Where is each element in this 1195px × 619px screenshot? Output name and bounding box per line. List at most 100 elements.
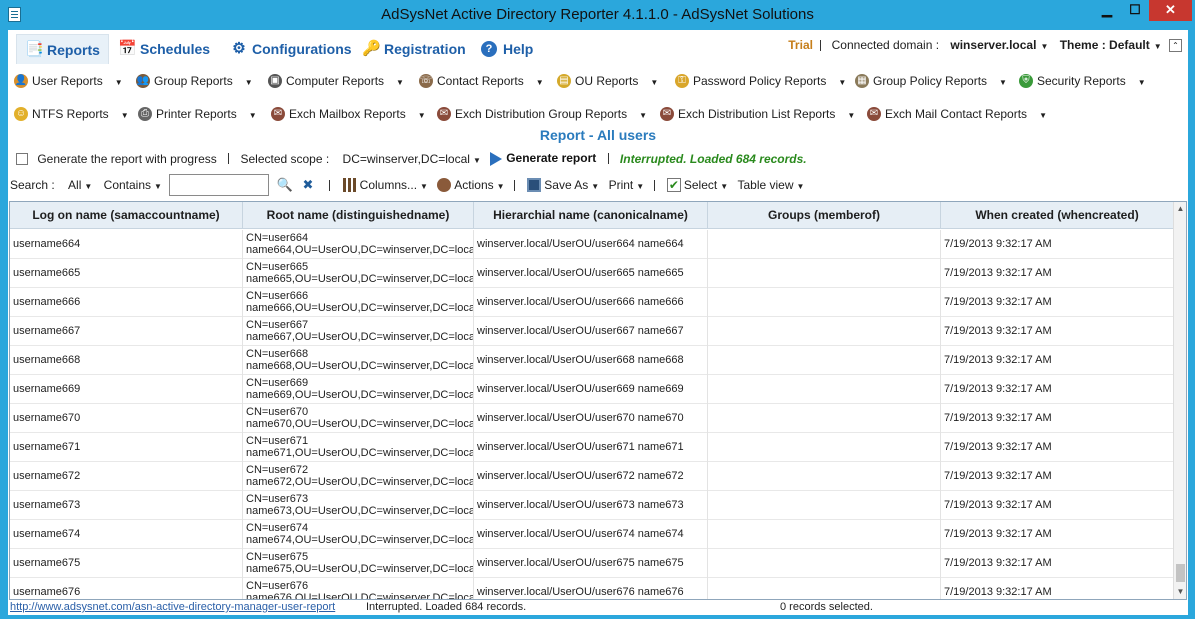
- ou-reports-menu[interactable]: ▤ OU Reports ▼: [555, 70, 658, 92]
- table-row[interactable]: username670 CN=user670 name670,OU=UserOU,D…: [10, 404, 1174, 433]
- cell-dn: CN=user666 name666,OU=UserOU,DC=winserver…: [243, 288, 474, 317]
- vertical-scrollbar[interactable]: ▲ ▼: [1173, 202, 1186, 599]
- cell-logon-text: username666: [13, 296, 81, 308]
- tab-configurations-label: Configurations: [252, 41, 352, 57]
- help-link[interactable]: http://www.adsysnet.com/asn-active-direc…: [10, 601, 335, 613]
- table-row[interactable]: username675 CN=user675 name675,OU=UserOU,D…: [10, 549, 1174, 578]
- table-row[interactable]: username666 CN=user666 name666,OU=UserOU,D…: [10, 288, 1174, 317]
- search-input[interactable]: [169, 174, 270, 196]
- cell-dn-text: name670,OU=UserOU,DC=winserver,DC=local: [246, 418, 474, 430]
- cell-dn: CN=user673 name673,OU=UserOU,DC=winserver…: [243, 491, 474, 520]
- cell-dn-text: name664,OU=UserOU,DC=winserver,DC=local: [246, 244, 474, 256]
- table-row[interactable]: username667 CN=user667 name667,OU=UserOU,D…: [10, 317, 1174, 346]
- tab-configurations[interactable]: ⚙ Configurations: [222, 34, 360, 64]
- exch-distribution-list-reports-menu[interactable]: ✉ Exch Distribution List Reports ▼: [658, 103, 855, 125]
- select-button[interactable]: ✔ Select ▼: [666, 178, 728, 193]
- scrollbar-thumb[interactable]: [1176, 564, 1185, 582]
- cell-canonical: winserver.local/UserOU/user667 name667: [474, 317, 708, 346]
- cell-dn-text: name668,OU=UserOU,DC=winserver,DC=local: [246, 360, 474, 372]
- clear-search-icon[interactable]: ✖: [300, 177, 316, 193]
- security-reports-menu[interactable]: ⛨ Security Reports ▼: [1017, 70, 1146, 92]
- exch-mail-contact-reports-menu[interactable]: ✉ Exch Mail Contact Reports ▼: [865, 103, 1047, 125]
- password-policy-reports-menu[interactable]: ⚿ Password Policy Reports ▼: [673, 70, 846, 92]
- cell-dn-text: name669,OU=UserOU,DC=winserver,DC=local: [246, 389, 474, 401]
- tab-reports-label: Reports: [47, 42, 100, 58]
- table-row[interactable]: username673 CN=user673 name673,OU=UserOU,D…: [10, 491, 1174, 520]
- search-icon[interactable]: 🔍: [277, 177, 293, 193]
- mail-contact-icon: ✉: [867, 107, 881, 121]
- progress-checkbox[interactable]: [16, 152, 28, 165]
- exch-distribution-group-reports-menu[interactable]: ✉ Exch Distribution Group Reports ▼: [435, 103, 647, 125]
- table-row[interactable]: username669 CN=user669 name669,OU=UserOU,D…: [10, 375, 1174, 404]
- table-row[interactable]: username671 CN=user671 name671,OU=UserOU,D…: [10, 433, 1174, 462]
- group-policy-reports-menu[interactable]: ▦ Group Policy Reports ▼: [853, 70, 1007, 92]
- separator: [607, 153, 609, 165]
- chevron-down-icon: ▼: [417, 111, 426, 120]
- save-as-button[interactable]: Save As ▼: [527, 178, 599, 193]
- cell-created-text: 7/19/2013 9:32:17 AM: [944, 586, 1052, 598]
- actions-button[interactable]: Actions ▼: [437, 177, 505, 193]
- cell-canonical-text: winserver.local/UserOU/user674 name674: [477, 528, 684, 540]
- minimize-button[interactable]: ▁: [1093, 0, 1121, 21]
- computer-reports-menu[interactable]: ▣ Computer Reports ▼: [266, 70, 404, 92]
- scope-selector[interactable]: DC=winserver,DC=local ▼: [343, 152, 481, 166]
- columns-button[interactable]: Columns... ▼: [342, 178, 428, 193]
- cell-canonical: winserver.local/UserOU/user668 name668: [474, 346, 708, 375]
- cell-dn: CN=user669 name669,OU=UserOU,DC=winserver…: [243, 375, 474, 404]
- tab-reports[interactable]: 📑 Reports: [16, 34, 109, 64]
- scroll-down-icon[interactable]: ▼: [1174, 585, 1186, 599]
- cell-created: 7/19/2013 9:32:17 AM: [941, 462, 1174, 491]
- exch-distribution-list-reports-label: Exch Distribution List Reports: [678, 107, 836, 121]
- column-header-logon[interactable]: Log on name (samaccountname): [10, 202, 243, 229]
- cell-dn: CN=user671 name671,OU=UserOU,DC=winserver…: [243, 433, 474, 462]
- generate-report-button[interactable]: Generate report: [490, 151, 596, 167]
- match-type-select[interactable]: Contains ▼: [104, 178, 162, 192]
- cell-created: 7/19/2013 9:32:17 AM: [941, 375, 1174, 404]
- table-row[interactable]: username676 CN=user676 name676,OU=UserOU,D…: [10, 578, 1174, 599]
- column-header-created[interactable]: When created (whencreated): [941, 202, 1174, 229]
- print-button[interactable]: Print ▼: [609, 178, 645, 192]
- user-reports-menu[interactable]: 👤 User Reports ▼: [12, 70, 123, 92]
- theme-selector[interactable]: Theme : Default ▼: [1056, 38, 1162, 52]
- contact-reports-menu[interactable]: ☏ Contact Reports ▼: [417, 70, 544, 92]
- ntfs-reports-menu[interactable]: ☺ NTFS Reports ▼: [12, 103, 129, 125]
- search-field-select[interactable]: All ▼: [68, 178, 92, 192]
- table-row[interactable]: username672 CN=user672 name672,OU=UserOU,D…: [10, 462, 1174, 491]
- tab-help[interactable]: ? Help: [473, 34, 541, 64]
- printer-reports-menu[interactable]: ⎙ Printer Reports ▼: [136, 103, 257, 125]
- cell-dn: CN=user675 name675,OU=UserOU,DC=winserver…: [243, 549, 474, 578]
- tab-registration[interactable]: 🔑 Registration: [354, 34, 474, 64]
- cell-canonical: winserver.local/UserOU/user672 name672: [474, 462, 708, 491]
- chevron-down-icon: ▼: [1039, 111, 1047, 120]
- table-row[interactable]: username665 CN=user665 name665,OU=UserOU,D…: [10, 259, 1174, 288]
- cell-dn-text: CN=user669: [246, 377, 309, 389]
- cell-groups: [708, 462, 941, 491]
- tab-schedules[interactable]: 📅 Schedules: [110, 34, 218, 64]
- cell-canonical: winserver.local/UserOU/user674 name674: [474, 520, 708, 549]
- table-row[interactable]: username674 CN=user674 name674,OU=UserOU,D…: [10, 520, 1174, 549]
- exch-mailbox-reports-menu[interactable]: ✉ Exch Mailbox Reports ▼: [269, 103, 426, 125]
- trial-link[interactable]: Trial: [788, 38, 813, 52]
- table-row[interactable]: username668 CN=user668 name668,OU=UserOU,D…: [10, 346, 1174, 375]
- column-header-canonical[interactable]: Hierarchial name (canonicalname): [474, 202, 708, 229]
- chevron-down-icon: ▼: [114, 78, 123, 87]
- cell-logon: username672: [10, 462, 243, 491]
- group-reports-menu[interactable]: 👥 Group Reports ▼: [134, 70, 253, 92]
- cell-groups: [708, 433, 941, 462]
- cell-canonical-text: winserver.local/UserOU/user675 name675: [477, 557, 684, 569]
- expand-toggle[interactable]: ⌃: [1169, 39, 1182, 53]
- chevron-down-icon: ▼: [248, 111, 257, 120]
- printer-reports-label: Printer Reports: [156, 107, 237, 121]
- table-view-button[interactable]: Table view ▼: [737, 178, 804, 192]
- connected-domain-value[interactable]: winserver.local ▼: [946, 38, 1048, 52]
- close-button[interactable]: ✕: [1149, 0, 1192, 21]
- actions-label: Actions: [454, 177, 494, 192]
- table-row[interactable]: username664 CN=user664 name664,OU=UserOU,D…: [10, 230, 1174, 259]
- maximize-button[interactable]: ☐: [1121, 0, 1149, 21]
- scroll-up-icon[interactable]: ▲: [1174, 202, 1186, 216]
- column-header-dn[interactable]: Root name (distinguishedname): [243, 202, 474, 229]
- column-header-groups[interactable]: Groups (memberof): [708, 202, 941, 229]
- cell-canonical-text: winserver.local/UserOU/user667 name667: [477, 325, 684, 337]
- cell-dn-text: name673,OU=UserOU,DC=winserver,DC=local: [246, 505, 474, 517]
- cell-created-text: 7/19/2013 9:32:17 AM: [944, 383, 1052, 395]
